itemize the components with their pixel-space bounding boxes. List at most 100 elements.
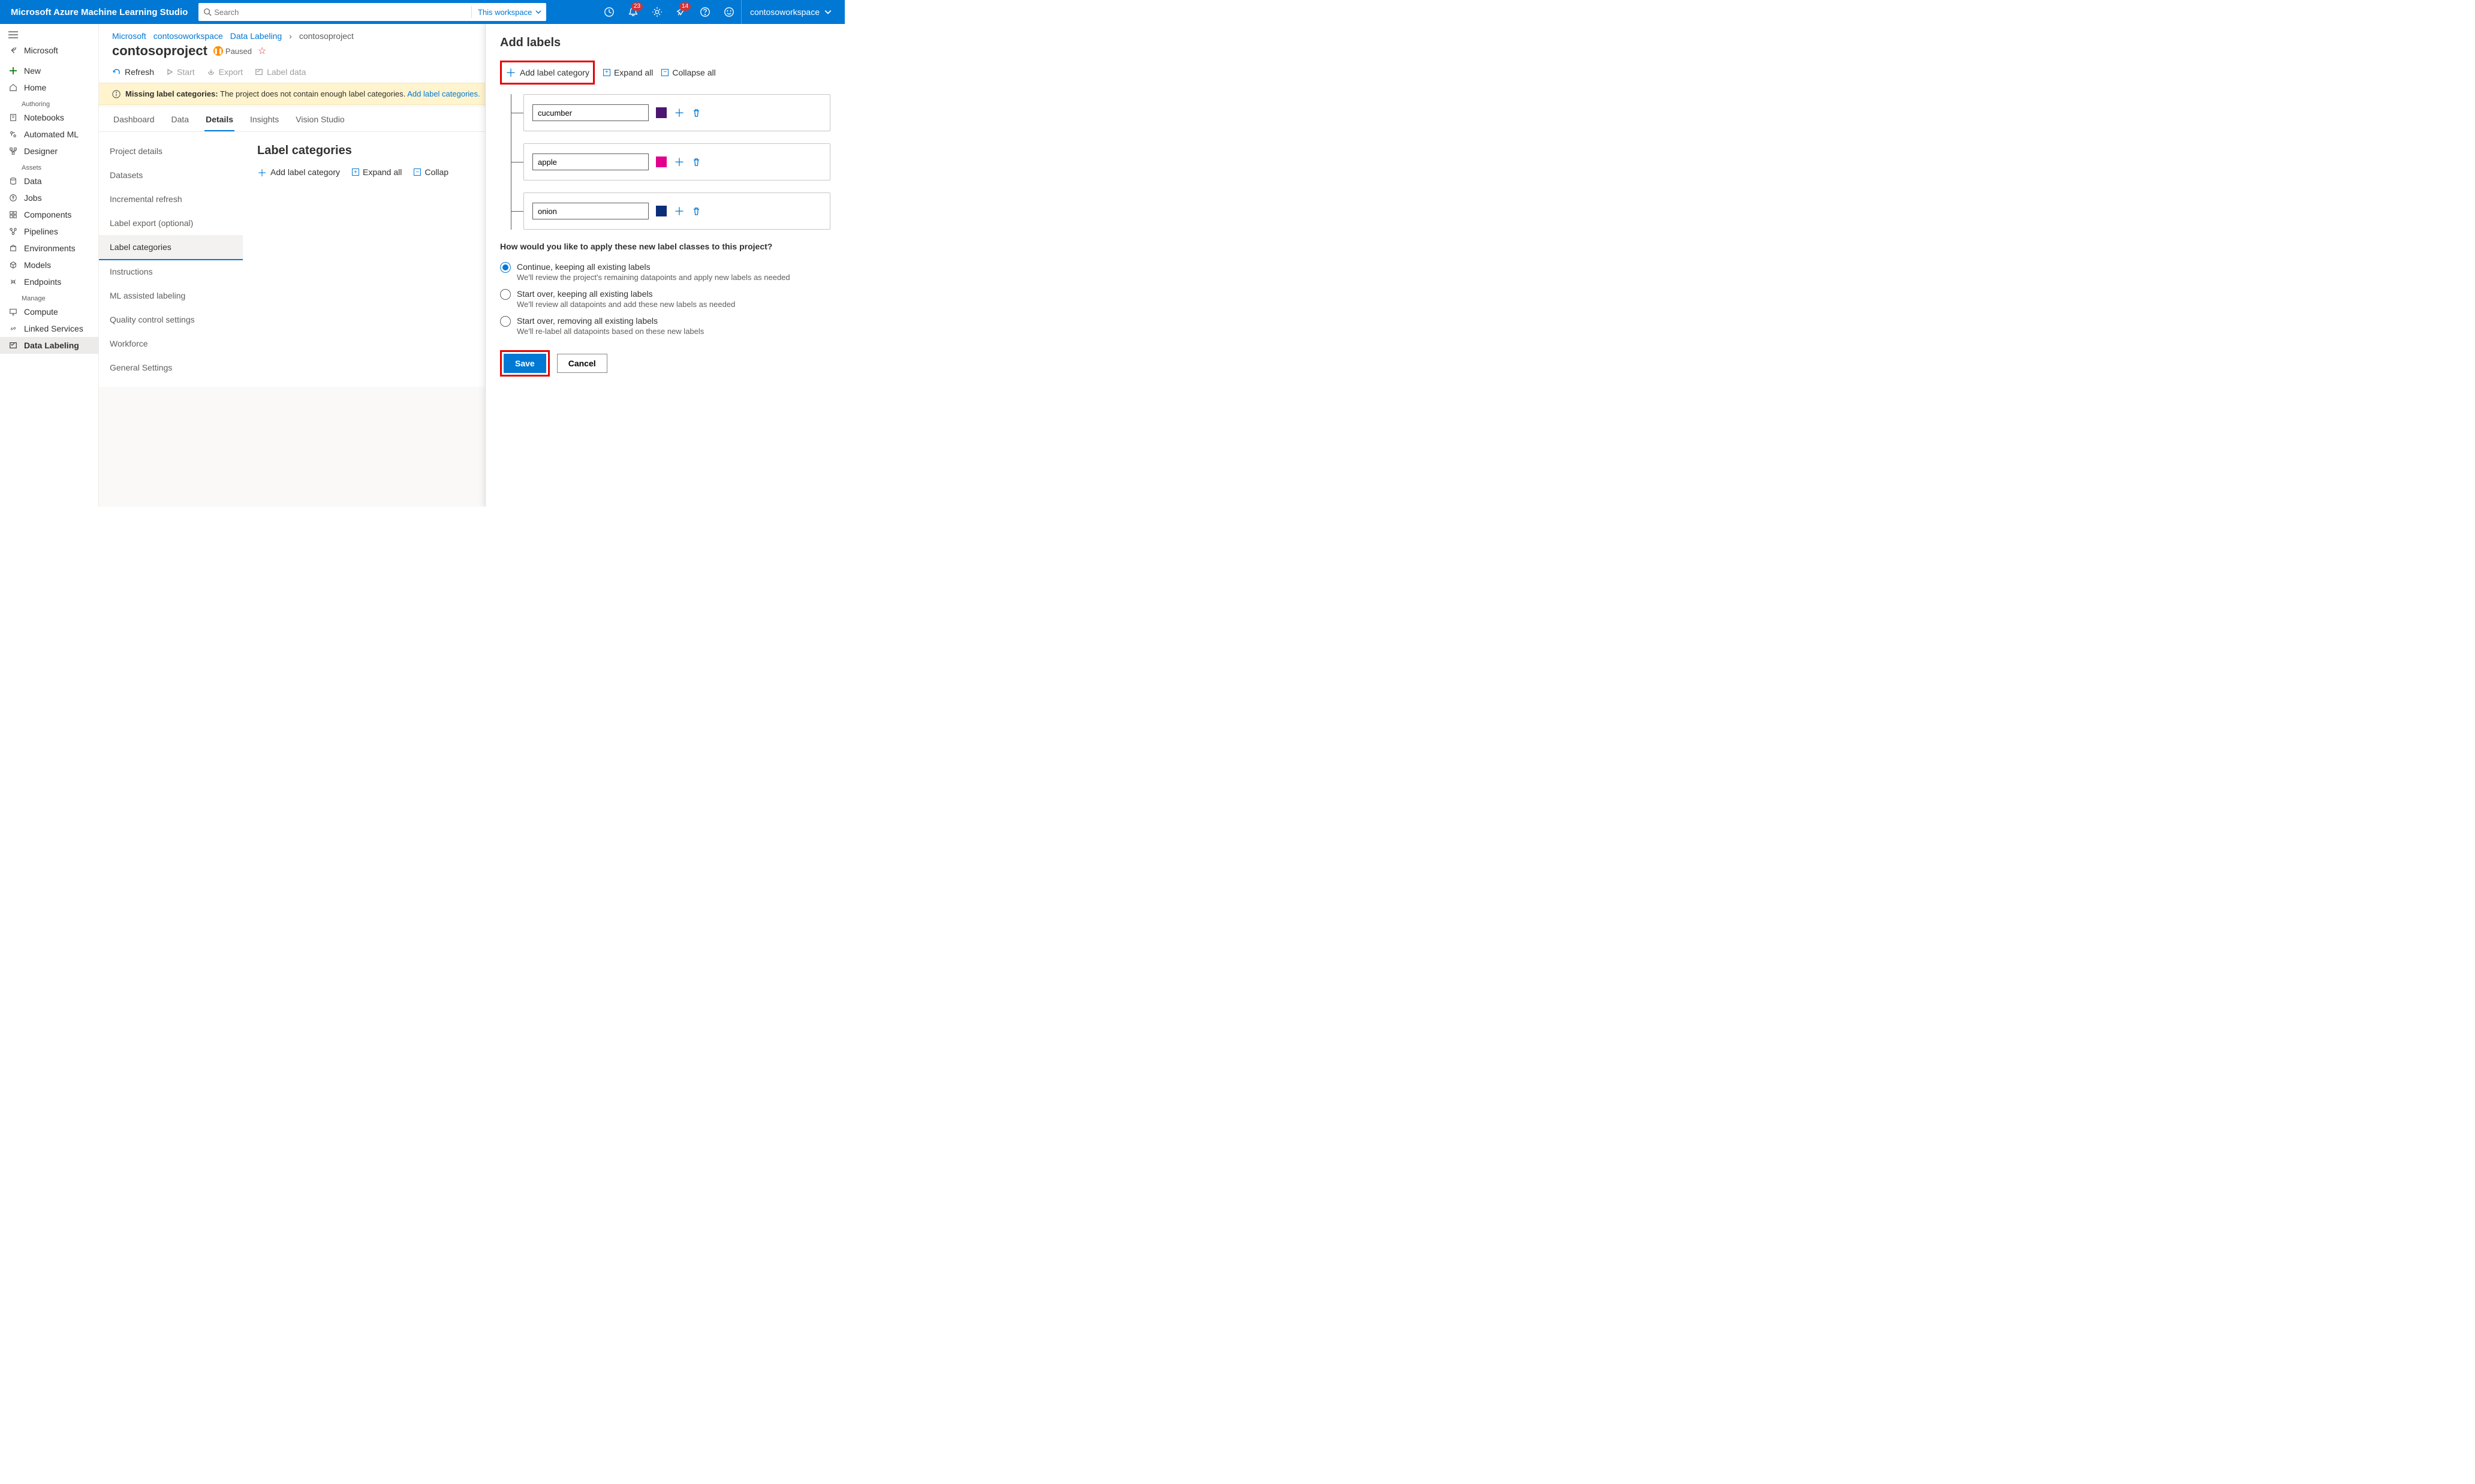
environments-icon [8, 244, 18, 252]
data-icon [8, 177, 18, 185]
tab-dashboard[interactable]: Dashboard [112, 107, 156, 131]
radio-question: How would you like to apply these new la… [500, 242, 830, 251]
subnav-label-export[interactable]: Label export (optional) [99, 211, 243, 235]
nav-jobs[interactable]: Jobs [0, 189, 98, 206]
search-scope[interactable]: This workspace [478, 8, 541, 17]
help-icon[interactable] [693, 0, 717, 24]
tab-insights[interactable]: Insights [249, 107, 280, 131]
nav-section-manage: Manage [0, 290, 98, 303]
nav-data[interactable]: Data [0, 173, 98, 189]
nav-new[interactable]: New [0, 62, 98, 79]
nav-back[interactable]: Microsoft [0, 42, 98, 59]
nav-linked-services[interactable]: Linked Services [0, 320, 98, 337]
info-icon [112, 90, 121, 98]
subnav-instructions[interactable]: Instructions [99, 260, 243, 284]
subnav-datasets[interactable]: Datasets [99, 163, 243, 187]
models-icon [8, 261, 18, 269]
nav-components[interactable]: Components [0, 206, 98, 223]
delete-icon[interactable] [692, 109, 701, 118]
nav-designer[interactable]: Designer [0, 143, 98, 159]
subnav-ml-assist[interactable]: ML assisted labeling [99, 284, 243, 308]
subnav-project-details[interactable]: Project details [99, 139, 243, 163]
radio-icon [500, 289, 511, 300]
favorite-star-icon[interactable]: ☆ [258, 45, 266, 57]
nav-notebooks[interactable]: Notebooks [0, 109, 98, 126]
radio-icon [500, 262, 511, 273]
cancel-button[interactable]: Cancel [557, 354, 607, 373]
plus-icon: ＋ [257, 165, 267, 179]
nav-automl[interactable]: Automated ML [0, 126, 98, 143]
nav-pipelines[interactable]: Pipelines [0, 223, 98, 240]
back-arrow-icon [8, 46, 18, 55]
save-button[interactable]: Save [504, 354, 546, 373]
delete-icon[interactable] [692, 158, 701, 167]
search-input[interactable] [214, 8, 465, 17]
settings-icon[interactable] [645, 0, 669, 24]
nav-data-labeling[interactable]: Data Labeling [0, 337, 98, 354]
collapse-icon: − [661, 69, 669, 76]
add-label-link[interactable]: Add label categories. [407, 89, 480, 98]
flyout-collapse-all[interactable]: − Collapse all [661, 68, 715, 77]
radio-startover-remove[interactable]: Start over, removing all existing labels… [500, 312, 830, 339]
home-icon [8, 83, 18, 92]
flyout-add-category[interactable]: ＋ Add label category [505, 65, 589, 80]
add-child-icon[interactable]: ＋ [674, 105, 685, 121]
detail-collapse-all[interactable]: −Collap [414, 165, 448, 179]
refresh-button[interactable]: Refresh [112, 67, 154, 77]
label-name-input[interactable] [532, 104, 649, 121]
endpoints-icon [8, 278, 18, 286]
radio-continue[interactable]: Continue, keeping all existing labels We… [500, 258, 830, 285]
start-button[interactable]: Start [166, 67, 195, 77]
subnav-incremental[interactable]: Incremental refresh [99, 187, 243, 211]
search-box[interactable]: This workspace [198, 3, 546, 21]
export-button[interactable]: Export [207, 67, 243, 77]
breadcrumb-workspace[interactable]: contosoworkspace [153, 31, 223, 41]
page-title: contosoproject [112, 43, 207, 59]
detail-expand-all[interactable]: +Expand all [352, 165, 402, 179]
details-subnav: Project details Datasets Incremental ref… [99, 132, 243, 387]
recent-icon[interactable] [597, 0, 621, 24]
designer-icon [8, 147, 18, 155]
label-icon [255, 68, 263, 76]
feedback-icon[interactable]: 14 [669, 0, 693, 24]
breadcrumb-labeling[interactable]: Data Labeling [230, 31, 282, 41]
nav-environments[interactable]: Environments [0, 240, 98, 257]
delete-icon[interactable] [692, 207, 701, 216]
subnav-label-categories[interactable]: Label categories [99, 235, 243, 260]
breadcrumb-microsoft[interactable]: Microsoft [112, 31, 146, 41]
add-child-icon[interactable]: ＋ [674, 203, 685, 219]
menu-toggle-icon[interactable] [0, 28, 98, 42]
color-swatch[interactable] [656, 107, 667, 118]
workspace-switcher[interactable]: contosoworkspace [741, 0, 840, 24]
subnav-quality[interactable]: Quality control settings [99, 308, 243, 332]
label-name-input[interactable] [532, 153, 649, 170]
notifications-icon[interactable]: 23 [621, 0, 645, 24]
nav-endpoints[interactable]: Endpoints [0, 273, 98, 290]
refresh-icon [112, 68, 121, 77]
nav-models[interactable]: Models [0, 257, 98, 273]
subnav-general[interactable]: General Settings [99, 356, 243, 380]
radio-startover-keep[interactable]: Start over, keeping all existing labels … [500, 285, 830, 312]
tab-data[interactable]: Data [170, 107, 191, 131]
subnav-workforce[interactable]: Workforce [99, 332, 243, 356]
status-badge: ❚❚ Paused [213, 46, 252, 56]
nav-compute[interactable]: Compute [0, 303, 98, 320]
label-name-input[interactable] [532, 203, 649, 219]
tab-vision-studio[interactable]: Vision Studio [294, 107, 345, 131]
notifications-badge: 23 [631, 2, 643, 11]
flyout-expand-all[interactable]: + Expand all [603, 68, 653, 77]
top-bar: Microsoft Azure Machine Learning Studio … [0, 0, 845, 24]
nav-home[interactable]: Home [0, 79, 98, 96]
add-child-icon[interactable]: ＋ [674, 154, 685, 170]
tab-details[interactable]: Details [204, 107, 234, 131]
nav-section-assets: Assets [0, 159, 98, 173]
smile-icon[interactable] [717, 0, 741, 24]
pause-icon: ❚❚ [213, 46, 223, 56]
add-labels-flyout: Add labels ＋ Add label category + Expand… [485, 24, 845, 507]
color-swatch[interactable] [656, 206, 667, 216]
label-row: ＋ [523, 143, 830, 180]
label-data-button[interactable]: Label data [255, 67, 306, 77]
link-icon [8, 324, 18, 333]
color-swatch[interactable] [656, 156, 667, 167]
detail-add-category[interactable]: ＋Add label category [257, 165, 340, 179]
